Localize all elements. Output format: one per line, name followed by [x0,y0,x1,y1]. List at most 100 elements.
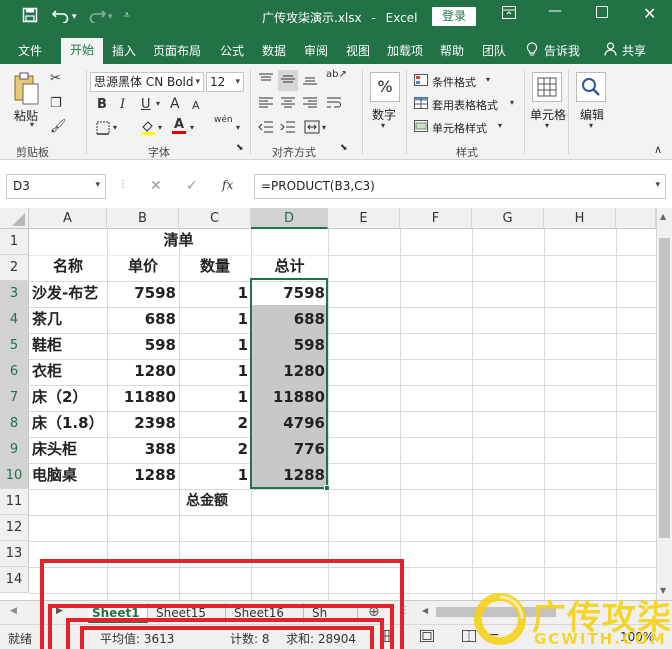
row-header-11[interactable]: 11 [0,489,29,515]
share-button[interactable]: 共享 [622,42,646,59]
undo-dropdown-icon[interactable]: ▾ [72,12,77,22]
column-header-a[interactable]: A [29,208,107,229]
cell-total[interactable]: 4796 [251,411,328,436]
underline-icon[interactable]: U [141,98,151,111]
tab-file[interactable]: 文件 [18,42,42,59]
tab-formulas[interactable]: 公式 [220,42,244,59]
column-header-d[interactable]: D [251,208,328,229]
column-header-g[interactable]: G [472,208,544,229]
formula-bar-handle-icon[interactable]: ⋮ [118,180,128,190]
align-right-icon[interactable] [302,96,318,113]
cell-styles-button[interactable]: 单元格样式 [432,120,487,136]
font-dialog-launcher-icon[interactable]: ⬊ [236,144,244,153]
scroll-tabs-left-icon[interactable]: ◀ [10,607,17,616]
cells-dropdown-icon[interactable]: ▾ [545,122,549,130]
font-color-icon[interactable]: A [172,118,187,134]
increase-font-size-icon[interactable]: A [170,97,180,111]
maximize-icon[interactable] [596,6,608,22]
phonetic-guide-icon[interactable]: wén [214,116,233,125]
conditional-format-button[interactable]: 条件格式 [432,74,476,90]
select-all-corner[interactable] [0,208,29,229]
chevron-down-icon[interactable]: ▾ [95,180,100,190]
cell-name[interactable]: 衣柜 [29,359,107,384]
row-header-10[interactable]: 10 [0,463,29,489]
cut-icon[interactable]: ✂ [50,72,61,85]
formula-input[interactable]: =PRODUCT(B3,C3) ▾ [254,174,666,199]
cell-name[interactable]: 沙发-布艺 [29,281,107,306]
format-as-table-icon[interactable] [414,97,428,112]
row-header-14[interactable]: 14 [0,567,29,593]
align-left-icon[interactable] [258,96,274,113]
cell-price[interactable]: 7598 [107,281,179,306]
increase-indent-icon[interactable] [280,120,296,137]
cell-qty[interactable]: 1 [179,307,251,332]
orientation-icon[interactable]: ab↗ [326,70,347,80]
header-cell-total[interactable]: 总计 [251,254,328,279]
tab-addins[interactable]: 加载项 [387,42,423,59]
tab-help[interactable]: 帮助 [440,42,464,59]
redo-dropdown-icon[interactable]: ▾ [108,12,113,22]
format-as-table-dropdown-icon[interactable]: ▾ [510,99,514,107]
row-header-2[interactable]: 2 [0,255,29,281]
cell-price[interactable]: 688 [107,307,179,332]
cell-total[interactable]: 1288 [251,463,328,488]
vertical-scrollbar[interactable]: ▲ ▼ [656,208,672,600]
row-header-8[interactable]: 8 [0,411,29,437]
bold-icon[interactable]: B [97,98,107,111]
cell-qty[interactable]: 1 [179,463,251,488]
column-header-h[interactable]: H [544,208,616,229]
copy-icon[interactable]: ❐ [50,97,62,110]
cell-name[interactable]: 床头柜 [29,437,107,462]
total-label-cell[interactable]: 总金额 [179,489,235,514]
tab-data[interactable]: 数据 [262,42,286,59]
login-button[interactable]: 登录 [432,7,476,26]
cell-qty[interactable]: 1 [179,385,251,410]
collapse-ribbon-icon[interactable]: ∧ [654,144,662,155]
scroll-up-icon[interactable]: ▲ [660,212,666,221]
paste-icon[interactable] [12,72,40,109]
merge-center-icon[interactable] [304,120,320,137]
person-icon[interactable] [604,42,617,59]
chevron-down-icon[interactable]: ▾ [235,73,240,91]
row-header-6[interactable]: 6 [0,359,29,385]
align-middle-icon[interactable] [278,70,298,91]
row-header-7[interactable]: 7 [0,385,29,411]
cell-name[interactable]: 床（2） [29,385,107,410]
conditional-format-icon[interactable] [414,74,428,89]
italic-icon[interactable]: I [120,98,125,111]
header-cell-name[interactable]: 名称 [29,254,107,279]
cell-price[interactable]: 1280 [107,359,179,384]
phonetic-dropdown-icon[interactable]: ▾ [236,124,240,132]
column-header-e[interactable]: E [328,208,400,229]
row-header-3[interactable]: 3 [0,281,29,307]
cell-name[interactable]: 电脑桌 [29,463,107,488]
align-center-icon[interactable] [280,96,296,113]
row-header-12[interactable]: 12 [0,515,29,541]
cell-name[interactable]: 茶几 [29,307,107,332]
cells-icon[interactable] [532,72,562,102]
tab-team[interactable]: 团队 [482,42,506,59]
fill-color-dropdown-icon[interactable]: ▾ [158,124,162,132]
cell-total[interactable]: 776 [251,437,328,462]
wrap-text-icon[interactable] [326,96,342,113]
number-dropdown-icon[interactable]: ▾ [381,122,385,130]
sheet-title-cell[interactable]: 清单 [29,228,328,253]
cell-name[interactable]: 床（1.8） [29,411,107,436]
cell-price[interactable]: 11880 [107,385,179,410]
underline-dropdown-icon[interactable]: ▾ [156,100,160,108]
column-header-c[interactable]: C [179,208,251,229]
cell-styles-icon[interactable] [414,120,428,135]
column-header-f[interactable]: F [400,208,472,229]
header-cell-price[interactable]: 单价 [107,254,179,279]
scroll-left-icon[interactable]: ◀ [422,607,428,615]
decrease-font-size-icon[interactable]: A [192,100,200,111]
row-header-4[interactable]: 4 [0,307,29,333]
border-icon[interactable] [96,121,110,138]
cell-price[interactable]: 598 [107,333,179,358]
cell-qty[interactable]: 1 [179,281,251,306]
cell-qty[interactable]: 1 [179,333,251,358]
fill-color-icon[interactable] [140,119,156,138]
tab-page-layout[interactable]: 页面布局 [153,42,201,59]
cell-total[interactable]: 7598 [251,281,328,306]
format-as-table-button[interactable]: 套用表格格式 [432,97,498,113]
